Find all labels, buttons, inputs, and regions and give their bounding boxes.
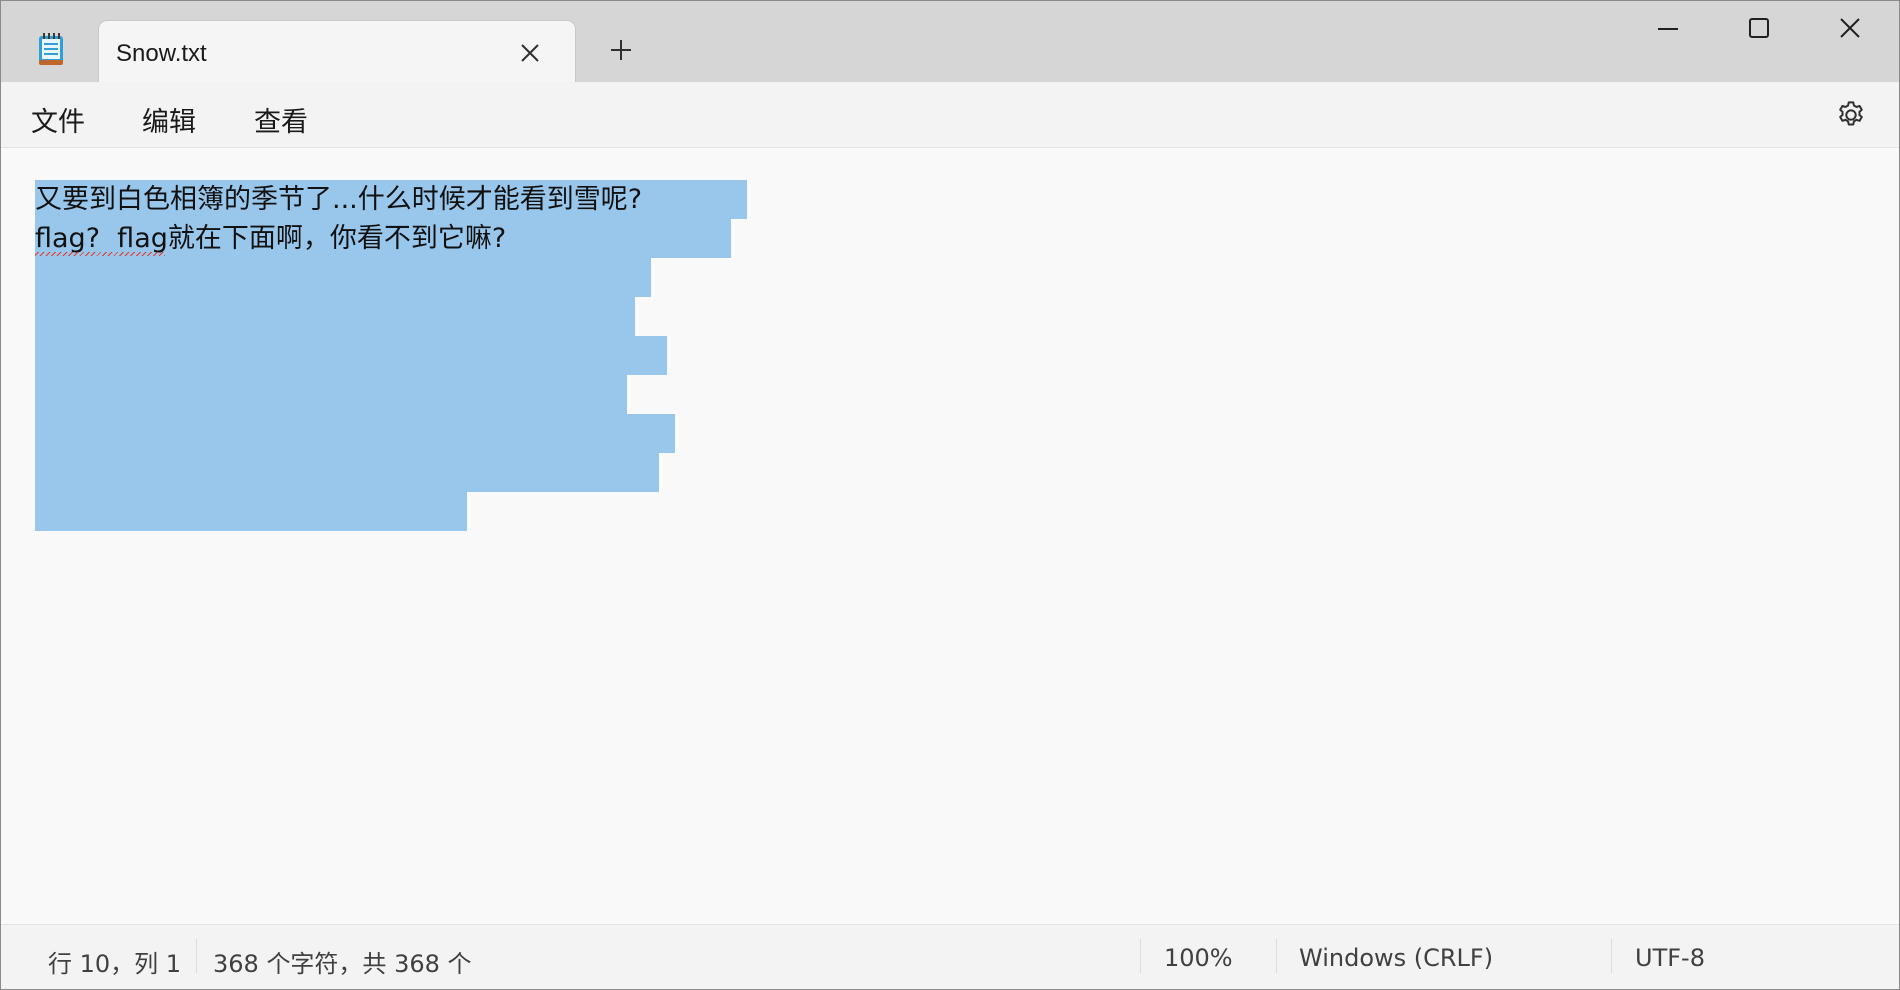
selection-highlight [35, 375, 627, 414]
notepad-window: Snow.txt 文件 编辑 查看 又要到白色相簿的季节了...什么时候才能看到… [0, 0, 1900, 990]
encoding[interactable]: UTF-8 [1635, 944, 1705, 972]
selection-highlight [35, 453, 659, 492]
zoom-level[interactable]: 100% [1164, 944, 1233, 972]
plus-icon[interactable] [608, 37, 634, 63]
close-icon[interactable] [1835, 13, 1865, 43]
selection-highlight [35, 258, 651, 297]
menu-edit[interactable]: 编辑 [142, 100, 196, 139]
selection-highlight [35, 297, 635, 336]
divider [1276, 939, 1277, 973]
menu-file[interactable]: 文件 [31, 100, 85, 139]
divider [196, 939, 197, 973]
cursor-position: 行 10，列 1 [48, 950, 182, 978]
tab-snow-txt[interactable]: Snow.txt [98, 20, 576, 83]
minimize-icon[interactable] [1653, 13, 1683, 43]
tab-title: Snow.txt [116, 40, 207, 67]
text-editor[interactable]: 又要到白色相簿的季节了...什么时候才能看到雪呢? flag? flag就在下面… [1, 148, 1899, 924]
gear-icon[interactable] [1835, 99, 1867, 131]
menu-bar: 文件 编辑 查看 [1, 82, 1899, 148]
line-ending[interactable]: Windows (CRLF) [1299, 944, 1493, 972]
character-count: 368 个字符，共 368 个 [213, 950, 472, 978]
text-line: 又要到白色相簿的季节了...什么时候才能看到雪呢? [35, 184, 643, 215]
selection-highlight [35, 414, 675, 453]
divider [1140, 939, 1141, 973]
selection-highlight [35, 492, 467, 531]
title-bar[interactable]: Snow.txt [1, 1, 1899, 83]
divider [1611, 939, 1612, 973]
menu-view[interactable]: 查看 [254, 100, 308, 139]
status-bar: 行 10，列 1 368 个字符，共 368 个 100% Windows (C… [1, 924, 1899, 989]
spellcheck-underline [35, 252, 165, 256]
notepad-icon [39, 33, 63, 65]
close-icon[interactable] [518, 41, 542, 65]
maximize-icon[interactable] [1744, 13, 1774, 43]
selection-highlight [35, 336, 667, 375]
